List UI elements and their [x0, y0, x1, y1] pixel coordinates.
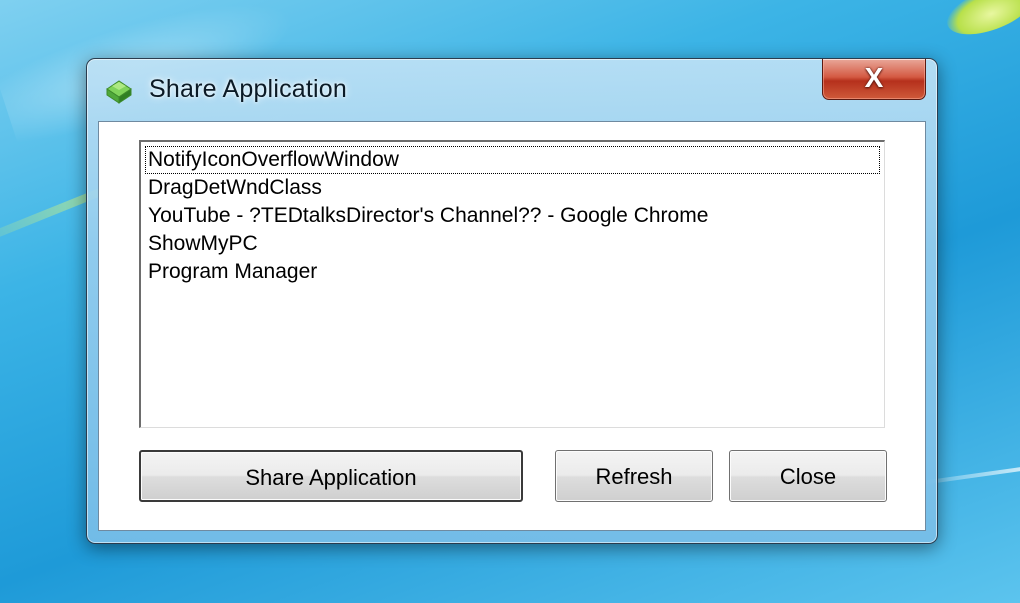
list-item[interactable]: ShowMyPC	[145, 230, 880, 258]
share-application-button[interactable]: Share Application	[139, 450, 523, 502]
share-application-window: Share Application X NotifyIconOverflowWi…	[86, 58, 938, 544]
title-bar[interactable]: Share Application X	[87, 59, 937, 121]
close-icon: X	[864, 62, 884, 93]
list-item[interactable]: Program Manager	[145, 258, 880, 286]
list-item[interactable]: NotifyIconOverflowWindow	[145, 146, 880, 174]
list-item[interactable]: YouTube - ?TEDtalksDirector's Channel?? …	[145, 202, 880, 230]
list-item[interactable]: DragDetWndClass	[145, 174, 880, 202]
application-listbox[interactable]: NotifyIconOverflowWindow DragDetWndClass…	[139, 140, 885, 428]
desktop-leaf-decoration	[940, 0, 1020, 45]
dialog-client-area: NotifyIconOverflowWindow DragDetWndClass…	[98, 121, 926, 531]
share-app-icon	[103, 77, 135, 105]
refresh-button[interactable]: Refresh	[555, 450, 713, 502]
close-button[interactable]: Close	[729, 450, 887, 502]
window-title: Share Application	[149, 75, 347, 103]
window-close-button[interactable]: X	[822, 59, 926, 100]
